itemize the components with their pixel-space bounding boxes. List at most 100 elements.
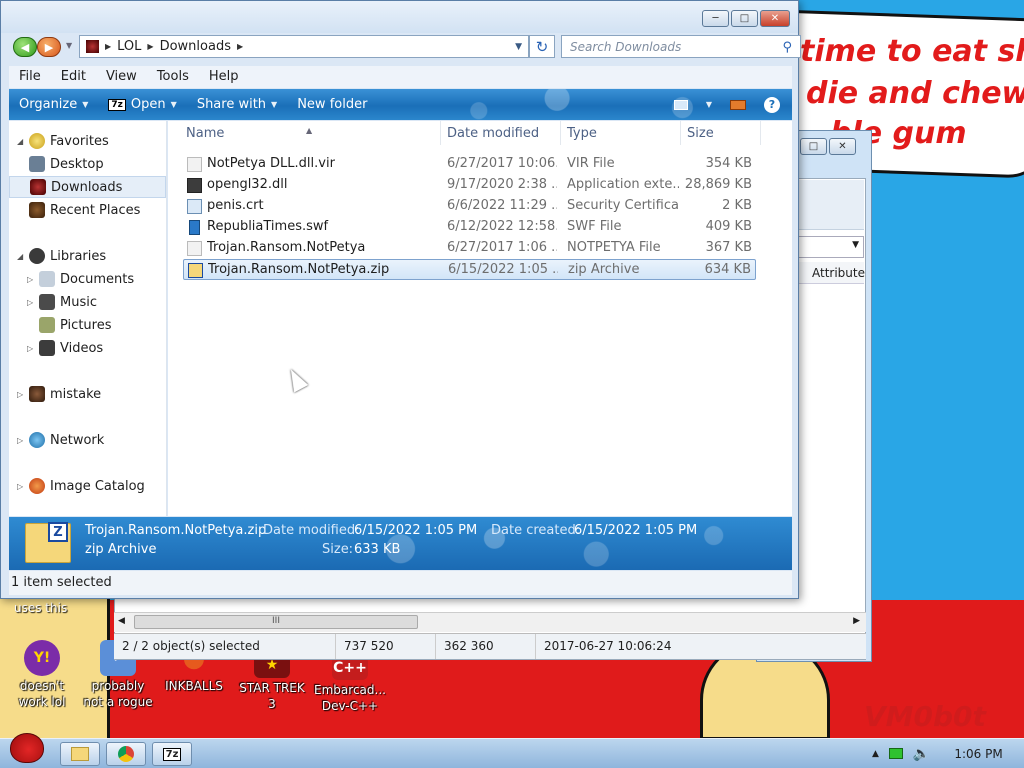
history-dropdown-icon[interactable]: ▼ bbox=[66, 41, 72, 50]
column-divider[interactable] bbox=[440, 121, 441, 145]
title-bar[interactable]: ─ □ ✕ bbox=[1, 1, 798, 33]
taskbar-explorer-button[interactable] bbox=[60, 742, 100, 766]
file-row[interactable]: penis.crt 6/6/2022 11:29 ... Security Ce… bbox=[183, 196, 756, 217]
expand-icon[interactable]: ▷ bbox=[27, 344, 37, 353]
column-divider[interactable] bbox=[680, 121, 681, 145]
minimize-icon[interactable]: ─ bbox=[702, 10, 729, 27]
nav-libraries[interactable]: ◢ Libraries bbox=[9, 245, 166, 267]
preview-pane-icon[interactable] bbox=[730, 99, 746, 110]
breadcrumb-separator-icon[interactable]: ▶ bbox=[147, 42, 153, 51]
details-size-value: 633 KB bbox=[354, 542, 401, 557]
breadcrumb-lol[interactable]: LOL bbox=[117, 39, 141, 54]
desktop-icon-devcpp[interactable]: C++ Embarcad... Dev-C++ bbox=[312, 656, 388, 714]
expand-icon[interactable]: ▷ bbox=[27, 275, 37, 284]
desktop-icon-startrek[interactable]: ★ STAR TREK 3 bbox=[234, 652, 310, 712]
background-column-header[interactable]: Attribute bbox=[798, 262, 865, 284]
column-name[interactable]: Name bbox=[186, 126, 224, 141]
file-row[interactable]: NotPetya DLL.dll.vir 6/27/2017 10:06... … bbox=[183, 154, 756, 175]
breadcrumb-downloads[interactable]: Downloads bbox=[160, 39, 231, 54]
column-divider[interactable] bbox=[560, 121, 561, 145]
background-window-combo[interactable]: ▼ bbox=[798, 236, 864, 258]
column-type[interactable]: Type bbox=[567, 126, 597, 141]
collapse-icon[interactable]: ◢ bbox=[17, 252, 27, 261]
scroll-left-icon[interactable]: ◀ bbox=[118, 616, 125, 626]
new-folder-button[interactable]: New folder bbox=[287, 97, 377, 112]
taskbar-7zip-button[interactable]: 7z bbox=[152, 742, 192, 766]
7zip-icon: 7z bbox=[108, 98, 126, 111]
maximize-icon[interactable]: □ bbox=[800, 138, 827, 155]
forward-button[interactable]: ▶ bbox=[37, 37, 61, 57]
nav-desktop[interactable]: Desktop bbox=[9, 153, 166, 175]
back-button[interactable]: ◀ bbox=[13, 37, 37, 57]
expand-icon[interactable]: ▷ bbox=[17, 390, 27, 399]
maximize-icon[interactable]: □ bbox=[731, 10, 758, 27]
details-file-name: Trojan.Ransom.NotPetya.zip bbox=[85, 523, 267, 538]
breadcrumb-separator-icon[interactable]: ▶ bbox=[105, 42, 111, 51]
wallpaper-signature: VM0b0t bbox=[864, 700, 986, 733]
menu-help[interactable]: Help bbox=[199, 66, 249, 88]
nav-favorites[interactable]: ◢ Favorites bbox=[9, 130, 166, 152]
search-input[interactable]: Search Downloads ⚲ bbox=[561, 35, 801, 58]
file-row-selected[interactable]: Trojan.Ransom.NotPetya.zip 6/15/2022 1:0… bbox=[183, 259, 756, 280]
open-button[interactable]: 7z Open ▼ bbox=[98, 97, 186, 112]
nav-label: Documents bbox=[60, 271, 135, 287]
nav-network[interactable]: ▷ Network bbox=[9, 429, 166, 451]
menu-edit[interactable]: Edit bbox=[51, 66, 96, 88]
help-icon[interactable]: ? bbox=[764, 96, 780, 113]
show-hidden-icons-icon[interactable]: ▲ bbox=[872, 749, 879, 759]
search-icon[interactable]: ⚲ bbox=[782, 40, 792, 55]
scroll-right-icon[interactable]: ▶ bbox=[853, 616, 860, 626]
close-icon[interactable]: ✕ bbox=[829, 138, 856, 155]
file-row[interactable]: opengl32.dll 9/17/2020 2:38 ... Applicat… bbox=[183, 175, 756, 196]
column-date-modified[interactable]: Date modified bbox=[447, 126, 539, 141]
change-view-icon[interactable] bbox=[673, 99, 688, 110]
volume-icon[interactable]: 🔈 bbox=[913, 746, 930, 762]
close-icon[interactable]: ✕ bbox=[760, 10, 790, 27]
nav-image-catalog[interactable]: ▷ Image Catalog bbox=[9, 475, 166, 497]
videos-icon bbox=[39, 340, 55, 356]
menu-file[interactable]: File bbox=[9, 66, 51, 88]
details-created-label: Date created: bbox=[491, 523, 581, 538]
nav-pictures[interactable]: Pictures bbox=[9, 314, 166, 336]
file-type: VIR File bbox=[567, 156, 615, 171]
expand-icon[interactable]: ▷ bbox=[17, 436, 27, 445]
refresh-button[interactable]: ↻ bbox=[529, 35, 555, 58]
explorer-window[interactable]: ─ □ ✕ ◀ ▶ ▼ ▶ LOL ▶ Downloads ▶ ▼ ↻ Sear… bbox=[0, 0, 801, 599]
file-list[interactable]: ▲ Name Date modified Type Size NotPetya … bbox=[168, 121, 792, 516]
generic-file-icon bbox=[187, 241, 202, 256]
file-row[interactable]: RepubliaTimes.swf 6/12/2022 12:58... SWF… bbox=[183, 217, 756, 238]
nav-recent-places[interactable]: Recent Places bbox=[9, 199, 166, 221]
menu-tools[interactable]: Tools bbox=[147, 66, 199, 88]
new-folder-label: New folder bbox=[297, 97, 368, 112]
collapse-icon[interactable]: ◢ bbox=[17, 137, 27, 146]
taskbar-chrome-button[interactable] bbox=[106, 742, 146, 766]
background-status-bar: 2 / 2 object(s) selected 737 520 362 360… bbox=[114, 633, 866, 659]
nav-downloads[interactable]: Downloads bbox=[9, 176, 166, 198]
open-label: Open bbox=[130, 97, 166, 112]
command-bar: Organize ▼ 7z Open ▼ Share with ▼ New fo… bbox=[9, 89, 792, 120]
nav-music[interactable]: ▷ Music bbox=[9, 291, 166, 313]
organize-button[interactable]: Organize ▼ bbox=[9, 97, 98, 112]
column-size[interactable]: Size bbox=[687, 126, 714, 141]
location-icon bbox=[86, 40, 99, 53]
scroll-thumb[interactable]: III bbox=[134, 615, 418, 629]
clock[interactable]: 1:06 PM bbox=[954, 747, 1002, 761]
window-controls: ─ □ ✕ bbox=[702, 10, 790, 27]
address-bar[interactable]: ▶ LOL ▶ Downloads ▶ ▼ bbox=[79, 35, 529, 58]
network-status-icon[interactable] bbox=[888, 748, 903, 759]
column-divider[interactable] bbox=[760, 121, 761, 145]
nav-documents[interactable]: ▷ Documents bbox=[9, 268, 166, 290]
share-with-button[interactable]: Share with ▼ bbox=[187, 97, 287, 112]
menu-view[interactable]: View bbox=[96, 66, 147, 88]
desktop-icon-label: probably not a rogue bbox=[83, 679, 153, 709]
address-dropdown-icon[interactable]: ▼ bbox=[515, 42, 522, 52]
nav-videos[interactable]: ▷ Videos bbox=[9, 337, 166, 359]
expand-icon[interactable]: ▷ bbox=[27, 298, 37, 307]
start-button[interactable] bbox=[4, 733, 48, 768]
desktop-icon-yahoo[interactable]: Y! doesn't work lol bbox=[4, 640, 80, 710]
expand-icon[interactable]: ▷ bbox=[17, 482, 27, 491]
view-dropdown-icon[interactable]: ▼ bbox=[706, 100, 712, 109]
file-row[interactable]: Trojan.Ransom.NotPetya 6/27/2017 1:06 ..… bbox=[183, 238, 756, 259]
nav-mistake[interactable]: ▷ mistake bbox=[9, 383, 166, 405]
breadcrumb-separator-icon[interactable]: ▶ bbox=[237, 42, 243, 51]
